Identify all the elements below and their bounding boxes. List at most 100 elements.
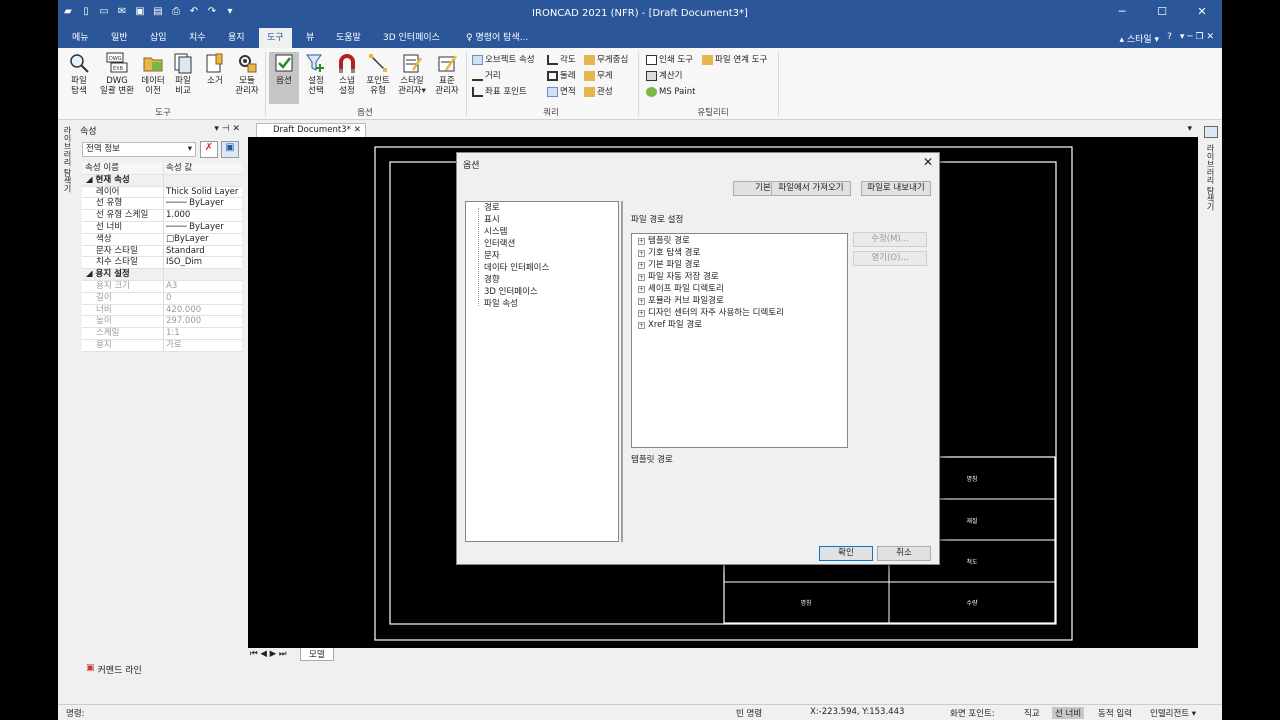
- expand-icon[interactable]: +: [638, 250, 645, 257]
- print-tool-button[interactable]: 인쇄 도구: [646, 54, 693, 66]
- property-row[interactable]: 길이 0: [82, 292, 242, 305]
- tab-general[interactable]: 일반: [103, 28, 136, 48]
- inertia-button[interactable]: 관성: [584, 86, 613, 98]
- export-button[interactable]: 파일로 내보내기: [861, 181, 931, 196]
- path-item[interactable]: + 디자인 센터의 자주 사용하는 디렉토리: [638, 308, 784, 319]
- purge-button[interactable]: 소거: [200, 52, 230, 86]
- help-icon[interactable]: ?: [1167, 32, 1172, 45]
- nav-item[interactable]: 문자: [484, 251, 500, 262]
- property-value[interactable]: Thick Solid Layer: [164, 186, 242, 198]
- dwg-batch-button[interactable]: DWG EXB DWG 일괄 변환: [98, 52, 136, 96]
- sheet-nav-icon[interactable]: ⏮ ◀ ▶ ⏭: [250, 649, 286, 659]
- file-link-tool-button[interactable]: 파일 연계 도구: [702, 54, 767, 66]
- minimize-button[interactable]: ─: [1102, 0, 1142, 24]
- ok-button[interactable]: 확인: [819, 546, 873, 561]
- ms-paint-button[interactable]: MS Paint: [646, 86, 695, 98]
- property-row[interactable]: 선 유형 스케일 1.000: [82, 210, 242, 222]
- calculator-button[interactable]: 계산기: [646, 70, 682, 82]
- property-row[interactable]: 스케일 1:1: [82, 328, 242, 340]
- nav-item[interactable]: 3D 인터페이스: [484, 287, 538, 298]
- properties-scope-select[interactable]: 전역 정보 ▾: [82, 142, 196, 157]
- expand-icon[interactable]: +: [638, 238, 645, 245]
- tab-paper[interactable]: 용지: [220, 28, 253, 48]
- tab-insert[interactable]: 삽입: [142, 28, 175, 48]
- expand-icon[interactable]: +: [638, 310, 645, 317]
- command-search[interactable]: ♀ 명령어 탐색...: [458, 28, 536, 48]
- tab-menu[interactable]: 메뉴: [64, 28, 97, 48]
- linewidth-toggle[interactable]: 선 너비: [1052, 707, 1085, 719]
- intelligent-dim-toggle[interactable]: 인텔리전트 ▾: [1150, 707, 1196, 719]
- coordinate-point-button[interactable]: 좌표 포인트: [472, 86, 527, 98]
- tab-3d-interface[interactable]: 3D 인터페이스: [375, 28, 448, 48]
- tab-view[interactable]: 뷰: [298, 28, 322, 48]
- category-paper[interactable]: ◢ 용지 설정: [82, 269, 242, 281]
- style-manager-button[interactable]: 스타일 관리자▾: [394, 52, 430, 96]
- nav-item[interactable]: 경로: [484, 203, 500, 214]
- command-line-tab[interactable]: ▣ 커맨드 라인: [86, 663, 142, 676]
- file-compare-button[interactable]: 파일 비교: [168, 52, 198, 96]
- edit-button[interactable]: 수정(M)...: [853, 232, 927, 247]
- property-row[interactable]: 선 너비 ──── ByLayer: [82, 221, 242, 234]
- expand-icon[interactable]: +: [638, 274, 645, 281]
- properties-settings-icon[interactable]: ▣: [221, 141, 239, 158]
- style-menu[interactable]: ▴ 스타일 ▾: [1119, 32, 1159, 45]
- category-current[interactable]: ◢ 현재 속성: [82, 174, 242, 187]
- property-row[interactable]: 색상 □ByLayer: [82, 233, 242, 246]
- close-tab-icon[interactable]: ✕: [354, 124, 361, 137]
- data-migration-button[interactable]: 데이터 이전: [138, 52, 168, 96]
- property-row[interactable]: 너비 420.000: [82, 304, 242, 317]
- angle-button[interactable]: 각도: [547, 54, 576, 66]
- expand-icon[interactable]: +: [638, 322, 645, 329]
- tab-tools[interactable]: 도구: [259, 28, 292, 48]
- property-value[interactable]: ISO_Dim: [164, 257, 242, 269]
- dialog-close-icon[interactable]: ✕: [923, 155, 933, 169]
- mass-button[interactable]: 무게: [584, 70, 613, 82]
- file-explorer-button[interactable]: 파일 탐색: [64, 52, 94, 96]
- nav-item[interactable]: 파일 속성: [484, 299, 518, 310]
- snap-settings-button[interactable]: 스냅 설정: [332, 52, 362, 96]
- centroid-button[interactable]: 무게중심: [584, 54, 628, 66]
- path-item[interactable]: + 템플릿 경로: [638, 236, 690, 247]
- path-item[interactable]: + Xref 파일 경로: [638, 320, 702, 331]
- module-manager-button[interactable]: 모듈 관리자: [230, 52, 264, 96]
- property-value[interactable]: ──── ByLayer: [164, 198, 242, 210]
- property-row[interactable]: 용지 가로: [82, 339, 242, 352]
- property-row[interactable]: 문자 스타일 Standard: [82, 245, 242, 258]
- property-value[interactable]: ──── ByLayer: [164, 221, 242, 233]
- property-value[interactable]: 1.000: [164, 210, 242, 221]
- property-row[interactable]: 레이어 Thick Solid Layer: [82, 186, 242, 199]
- standard-manager-button[interactable]: 표준 관리자: [430, 52, 464, 96]
- cancel-button[interactable]: 취소: [877, 546, 931, 561]
- close-button[interactable]: ✕: [1182, 0, 1222, 24]
- filter-icon[interactable]: ✗: [200, 141, 218, 158]
- panel-controls[interactable]: ▾ ⊣ ✕: [214, 124, 240, 134]
- library-explorer-tab[interactable]: 라이브러리 탐색기: [59, 126, 73, 193]
- property-value[interactable]: Standard: [164, 245, 242, 257]
- property-row[interactable]: 치수 스타일 ISO_Dim: [82, 257, 242, 270]
- ortho-toggle[interactable]: 직교: [1024, 707, 1040, 719]
- property-value[interactable]: □ByLayer: [164, 233, 242, 245]
- ribbon-min-icon[interactable]: ▾ ─ ❐ ✕: [1180, 32, 1214, 45]
- expand-icon[interactable]: +: [638, 298, 645, 305]
- distance-button[interactable]: 거리: [472, 70, 501, 82]
- path-item[interactable]: + 포뮬라 커브 파일경로: [638, 296, 724, 307]
- options-button[interactable]: 옵션: [269, 52, 299, 104]
- dynamic-input-toggle[interactable]: 동적 입력: [1098, 707, 1132, 719]
- select-settings-button[interactable]: 설정 선택: [301, 52, 331, 96]
- property-row[interactable]: 높이 297.000: [82, 316, 242, 329]
- object-properties-button[interactable]: 오브젝트 속성: [472, 54, 535, 66]
- expand-icon[interactable]: +: [638, 286, 645, 293]
- dock-tab-label[interactable]: 라이브러리 탐색기: [1205, 144, 1216, 211]
- document-tab[interactable]: Draft Document3* ✕: [256, 123, 366, 137]
- open-button[interactable]: 열기(O)...: [853, 251, 927, 266]
- tab-list-icon[interactable]: ▾: [1187, 124, 1192, 134]
- tab-dimension[interactable]: 치수: [181, 28, 214, 48]
- path-item[interactable]: + 파일 자동 저장 경로: [638, 272, 719, 283]
- expand-icon[interactable]: +: [638, 262, 645, 269]
- nav-item[interactable]: 시스템: [484, 227, 507, 238]
- nav-item[interactable]: 데이타 인터페이스: [484, 263, 549, 274]
- maximize-button[interactable]: ☐: [1142, 0, 1182, 24]
- perimeter-button[interactable]: 둘레: [547, 70, 576, 82]
- tab-help[interactable]: 도움말: [328, 28, 369, 48]
- nav-item[interactable]: 표시: [484, 215, 500, 226]
